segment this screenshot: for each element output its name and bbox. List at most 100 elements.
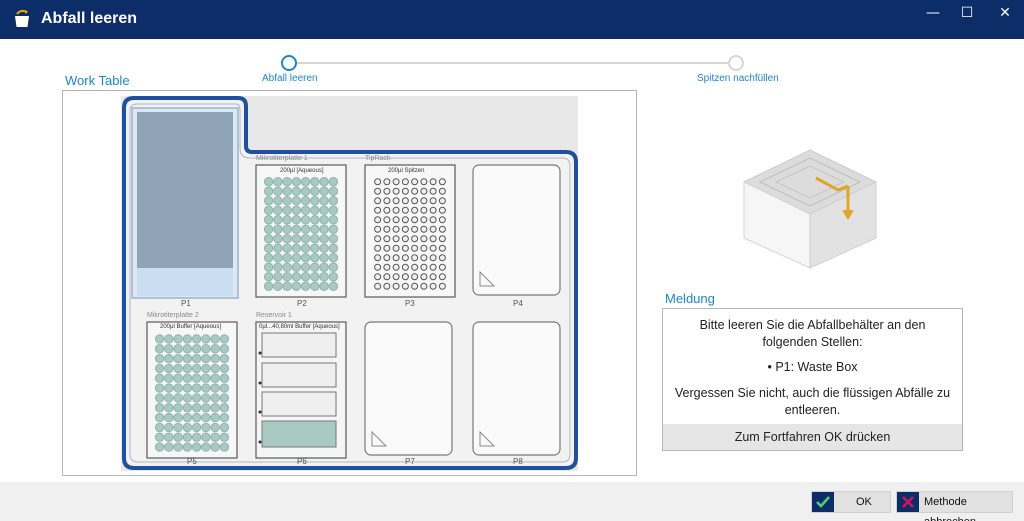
- p3-well: [411, 197, 419, 205]
- p5-well: [173, 393, 183, 403]
- p3-well: [392, 254, 400, 262]
- p2-well: [263, 243, 274, 253]
- p2-well: [273, 224, 283, 234]
- maze-illustration: [742, 149, 878, 269]
- p5-well: [219, 383, 230, 393]
- plate-title-p5: Mikrotiterplatte 2: [147, 312, 199, 319]
- p2-well: [300, 224, 311, 234]
- p2-well: [263, 205, 274, 215]
- p2-well: [310, 186, 320, 196]
- position-p1-waste-box: [131, 107, 239, 299]
- cancel-method-button[interactable]: Methode abbrechen: [896, 491, 1013, 521]
- p3-well: [420, 206, 428, 214]
- p3-well: [401, 254, 409, 262]
- p5-well: [154, 432, 165, 442]
- p5-well: [219, 412, 230, 423]
- p5-well: [210, 383, 220, 393]
- p3-well: [383, 273, 391, 281]
- p2-well: [291, 196, 302, 206]
- p3-well: [383, 216, 391, 224]
- p5-well: [164, 373, 174, 383]
- p3-well: [374, 244, 382, 252]
- p5-well: [219, 363, 230, 374]
- p3-well: [401, 178, 409, 186]
- p5-well: [154, 383, 165, 393]
- p3-well: [438, 254, 446, 262]
- p5-well: [182, 334, 193, 344]
- p2-well: [263, 215, 274, 225]
- message-line-3: Vergessen Sie nicht, auch die flüssigen …: [674, 386, 951, 400]
- p5-well: [201, 363, 211, 374]
- p5-well: [154, 403, 165, 413]
- p5-well: [173, 353, 183, 364]
- p3-well: [383, 187, 391, 195]
- p3-well: [429, 254, 437, 262]
- p2-well: [273, 262, 283, 272]
- p3-well: [401, 235, 409, 243]
- p3-well: [374, 225, 382, 233]
- ok-button[interactable]: OK: [811, 491, 891, 513]
- p3-well: [374, 178, 382, 186]
- p3-well: [438, 216, 446, 224]
- position-p2-microplate: [255, 164, 347, 298]
- p5-well: [164, 442, 174, 452]
- p5-well: [201, 393, 211, 403]
- p2-well: [273, 243, 283, 253]
- p5-well: [173, 373, 183, 383]
- p5-well: [201, 373, 211, 383]
- p2-well: [263, 196, 274, 206]
- p2-well: [263, 234, 274, 244]
- p2-well: [319, 272, 329, 282]
- p3-well: [401, 197, 409, 205]
- p2-well: [328, 224, 339, 234]
- p5-well: [191, 363, 202, 374]
- p5-well: [210, 334, 220, 344]
- p2-well: [310, 234, 320, 244]
- p3-well: [401, 282, 409, 290]
- p3-well: [438, 178, 446, 186]
- p5-well: [201, 383, 211, 393]
- p3-well: [392, 178, 400, 186]
- p2-well: [328, 186, 339, 196]
- p3-well: [429, 263, 437, 271]
- p5-well: [219, 403, 230, 413]
- p2-well: [282, 205, 292, 215]
- p5-well: [210, 363, 220, 374]
- p3-well: [438, 282, 446, 290]
- p5-well: [182, 412, 193, 423]
- p5-well: [219, 334, 230, 344]
- plate-caption-p2: 200µl [Aqueous]: [280, 168, 324, 174]
- p3-well: [374, 235, 382, 243]
- p5-well: [219, 344, 230, 354]
- checkmark-icon: [812, 492, 834, 512]
- p5-well: [201, 422, 211, 433]
- p5-well: [173, 363, 183, 374]
- p2-well: [263, 281, 274, 291]
- p3-well: [411, 254, 419, 262]
- p5-well: [191, 383, 202, 393]
- dialog-window: Abfall leeren — ☐ ✕ Abfall leeren Spitze…: [0, 0, 1024, 521]
- p2-well: [273, 177, 283, 187]
- p5-well: [173, 344, 183, 354]
- p5-well: [164, 412, 174, 423]
- p3-well: [401, 273, 409, 281]
- position-p8-empty: [472, 321, 561, 456]
- p5-well: [210, 422, 220, 433]
- p5-well: [154, 344, 165, 354]
- p3-well: [401, 206, 409, 214]
- p5-well: [182, 442, 193, 452]
- pos-label-p7: P7: [405, 457, 415, 466]
- p3-well: [383, 263, 391, 271]
- p3-well: [374, 206, 382, 214]
- p5-well: [173, 383, 183, 393]
- p3-well: [383, 282, 391, 290]
- p5-well: [164, 353, 174, 364]
- p2-well: [319, 224, 329, 234]
- p5-well: [191, 432, 202, 442]
- p2-well: [310, 205, 320, 215]
- p3-well: [438, 235, 446, 243]
- p2-well: [300, 215, 311, 225]
- p2-well: [319, 196, 329, 206]
- p2-well: [282, 262, 292, 272]
- p3-well: [401, 225, 409, 233]
